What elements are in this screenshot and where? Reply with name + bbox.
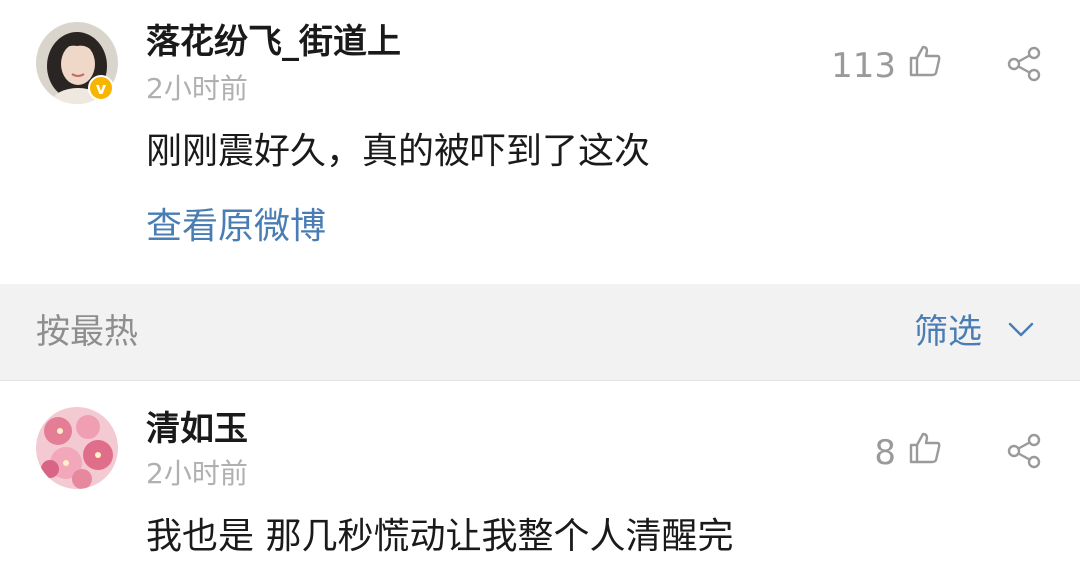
share-button[interactable]	[1006, 46, 1042, 86]
original-post: v 落花纷飞_街道上 2小时前 113 刚刚震好久，真的被吓到了这次 查看原微博	[0, 0, 1080, 284]
chevron-down-icon	[1008, 322, 1034, 342]
post-time: 2小时前	[146, 72, 248, 105]
comment-username[interactable]: 清如玉	[146, 409, 248, 449]
thumbs-up-icon	[908, 44, 942, 87]
thumbs-up-icon	[908, 431, 942, 474]
filter-label: 筛选	[914, 312, 982, 352]
share-icon	[1006, 433, 1042, 473]
comment-share-button[interactable]	[1006, 433, 1042, 473]
comment-time: 2小时前	[146, 457, 248, 490]
share-icon	[1006, 46, 1042, 86]
comment-avatar-image	[36, 407, 118, 489]
comment-avatar[interactable]	[36, 407, 118, 489]
sort-bar: 按最热 筛选	[0, 284, 1080, 381]
filter-button[interactable]: 筛选	[914, 312, 1034, 352]
comment-like-button[interactable]: 8	[874, 431, 942, 474]
comment-actions: 8	[874, 431, 1042, 474]
comment-item: 清如玉 2小时前 8 我也是 那几秒慌动让我整个人清醒完	[0, 381, 1080, 582]
post-content: 刚刚震好久，真的被吓到了这次	[146, 131, 651, 172]
view-original-link[interactable]: 查看原微博	[146, 205, 326, 249]
comment-content: 我也是 那几秒慌动让我整个人清醒完	[146, 516, 734, 557]
comment-like-count: 8	[874, 432, 896, 473]
post-username[interactable]: 落花纷飞_街道上	[146, 22, 401, 62]
like-count: 113	[831, 45, 896, 86]
sort-hot-label[interactable]: 按最热	[36, 312, 138, 352]
post-actions: 113	[831, 44, 1042, 87]
like-button[interactable]: 113	[831, 44, 942, 87]
verified-badge: v	[88, 75, 114, 101]
